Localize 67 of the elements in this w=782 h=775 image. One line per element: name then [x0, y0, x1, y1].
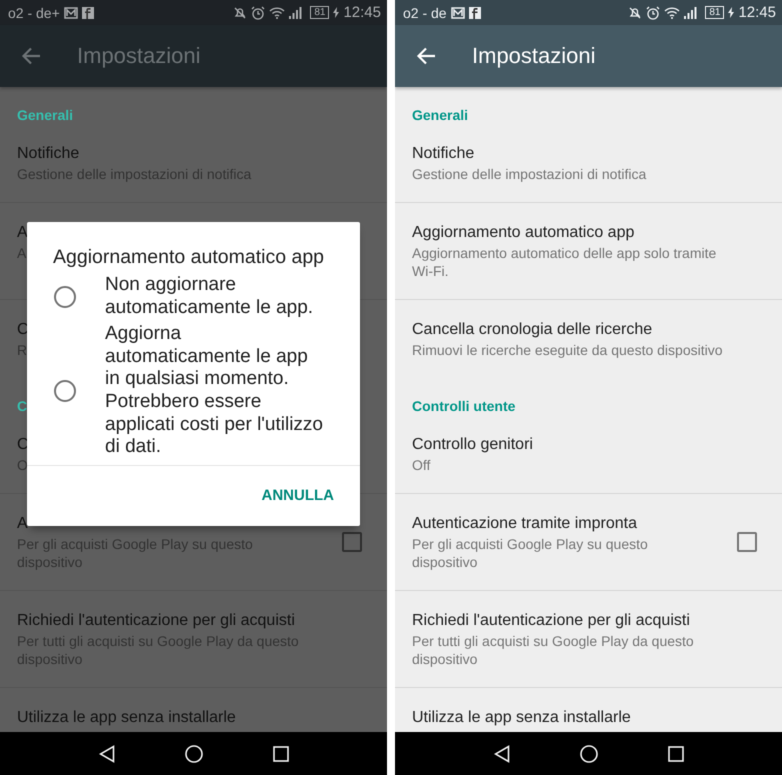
charging-icon — [728, 7, 734, 18]
settings-item[interactable]: Controllo genitori Off — [395, 415, 782, 494]
item-title: Notifiche — [17, 144, 80, 164]
settings-item[interactable]: Cancella cronologia delle ricerche Rimuovi le ricerche eseguite da questo dispositivo — [395, 300, 782, 378]
signal-icon — [289, 6, 302, 18]
back-nav-icon[interactable] — [494, 744, 510, 762]
back-nav-icon[interactable] — [98, 744, 114, 762]
item-description: Per gli acquisti Google Play su questo dispositivo — [412, 535, 649, 571]
item-title: Autenticazione tramite impronta — [412, 514, 637, 534]
item-title: A — [17, 223, 28, 243]
checkbox[interactable] — [342, 532, 362, 552]
radio-button[interactable] — [54, 286, 76, 308]
clock-time: 12:45 — [343, 4, 381, 21]
settings-item[interactable]: Autenticazione tramite impronta Per gli acquisti Google Play su questo dispositivo — [395, 494, 782, 591]
item-title: Richiedi l'autenticazione per gli acquisti — [412, 611, 690, 631]
settings-item[interactable]: Richiedi l'autenticazione per gli acquisti Per tutti gli acquisti su Google Play da questo dispositivo — [395, 591, 782, 688]
item-title: A — [17, 514, 28, 534]
section-header: Generali — [17, 106, 74, 124]
item-description: Off — [412, 456, 430, 474]
section-header: C — [17, 397, 28, 415]
item-title: Aggiornamento automatico app — [412, 223, 634, 243]
recent-apps-icon[interactable] — [272, 746, 288, 762]
home-icon[interactable] — [580, 744, 598, 762]
item-title: Utilizza le app senza installarle — [412, 708, 631, 728]
battery-level: 81 — [705, 6, 724, 19]
option-label[interactable]: Non aggiornare automaticamente le app. — [105, 274, 314, 320]
muted-bell-icon — [233, 6, 248, 20]
social-app-icon — [468, 6, 481, 18]
recent-apps-icon[interactable] — [668, 746, 684, 762]
section-header: Controlli utente — [412, 397, 516, 415]
battery-level: 81 — [310, 6, 330, 19]
item-title: Richiedi l'autenticazione per gli acquisti — [17, 611, 295, 631]
settings-item[interactable]: Utilizza le app senza installarle — [395, 688, 782, 732]
home-icon[interactable] — [184, 744, 202, 762]
radio-button[interactable] — [54, 380, 76, 402]
dialog-title: Aggiornamento automatico app — [52, 245, 326, 268]
alarm-icon — [251, 6, 266, 20]
clock-time: 12:45 — [738, 4, 776, 21]
mail-icon — [64, 6, 78, 18]
signal-icon — [684, 6, 698, 18]
settings-item[interactable]: Aggiornamento automatico app Aggiornamento automatico delle app solo tramite Wi-Fi. — [395, 203, 782, 300]
section-header: Generali — [412, 106, 468, 124]
screen-title: Impostazioni — [77, 43, 201, 69]
item-description: Per tutti gli acquisti su Google Play da questo dispositivo — [412, 632, 695, 668]
muted-bell-icon — [628, 6, 642, 20]
wifi-icon — [664, 6, 680, 19]
carrier-name: o2 - de — [403, 4, 447, 20]
item-description: Gestione delle impostazioni di notifica — [412, 165, 646, 183]
item-description: Rimuovi le ricerche eseguite da questo dispositivo — [412, 341, 722, 359]
wifi-icon — [269, 6, 286, 19]
option-label[interactable]: Aggiorna automaticamente le app in qualsiasi momento. Potrebbero essere applicati costi per l'utilizzo di dati. — [105, 323, 323, 459]
item-title: C — [17, 435, 29, 455]
item-title: Notifiche — [412, 144, 474, 164]
social-app-icon — [82, 6, 94, 18]
item-title: C — [17, 320, 29, 340]
checkbox[interactable] — [737, 532, 757, 552]
settings-item[interactable]: Notifiche Gestione delle impostazioni di notifica — [395, 124, 782, 203]
screen-title: Impostazioni — [472, 43, 596, 69]
charging-icon — [333, 7, 340, 18]
mail-icon — [450, 6, 465, 18]
item-title: Controllo genitori — [412, 435, 533, 455]
item-title: Utilizza le app senza installarle — [17, 708, 236, 728]
item-description: Aggiornamento automatico delle app solo tramite Wi-Fi. — [412, 244, 718, 280]
item-title: Cancella cronologia delle ricerche — [412, 320, 652, 340]
alarm-icon — [646, 6, 660, 20]
carrier-name: o2 - de+ — [8, 4, 60, 20]
back-button[interactable] — [21, 47, 41, 65]
